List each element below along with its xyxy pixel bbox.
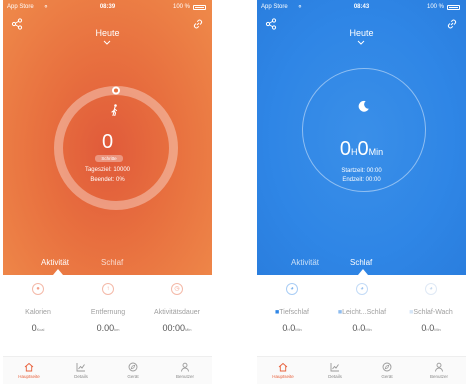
stat-label: Entfernung — [90, 309, 126, 316]
stat-duration: ◷ Aktivitätsdauer 00:00Min — [142, 283, 212, 333]
nav-label: Gerät — [381, 374, 393, 379]
page-title[interactable]: Heute — [257, 28, 466, 38]
stat-deep-sleep: ◕ ■Tiefschlaf 0H0Min — [257, 283, 327, 333]
tab-indicator — [358, 269, 368, 275]
chevron-down-icon[interactable] — [355, 40, 367, 46]
nav-user[interactable]: Benutzer — [159, 362, 211, 379]
sleep-duration: 0H0Min — [339, 138, 384, 160]
battery-icon — [193, 5, 206, 10]
awake-icon: ◕ — [425, 283, 437, 295]
nav-label: Hauptseite — [272, 374, 294, 379]
stat-label: ■Leicht...Schlaf — [337, 309, 387, 316]
chevron-down-icon[interactable] — [101, 40, 113, 46]
step-count: 0 — [101, 131, 114, 153]
light-sleep-icon: ◕ — [356, 283, 368, 295]
sleep-stats: ◕ ■Tiefschlaf 0H0Min ◕ ■Leicht...Schlaf … — [257, 283, 466, 353]
stat-distance: ↑ Entfernung 0.00km — [73, 283, 143, 333]
stat-value: 0H0Min — [421, 323, 441, 333]
user-icon — [181, 362, 189, 372]
page-title[interactable]: Heute — [3, 28, 212, 38]
home-icon — [24, 362, 34, 372]
nav-label: Gerät — [127, 374, 139, 379]
bottom-nav: Hauptseite Details Gerät Benutzer — [3, 356, 212, 384]
stat-label: ■Schlaf-Wach — [409, 309, 453, 316]
activity-hero: App Store ⚬ 08:39 100 % Heute 0 Schritte… — [3, 0, 212, 275]
clock-icon: ◷ — [171, 283, 183, 295]
compass-icon — [128, 362, 138, 372]
bottom-nav: Hauptseite Details Gerät Benutzer — [257, 356, 466, 384]
nav-label: Details — [74, 374, 88, 379]
link-icon[interactable] — [446, 18, 458, 30]
stat-value: 0H0Min — [352, 323, 372, 333]
battery-percent: 100 % — [426, 4, 444, 10]
stat-calories: ● Kalorien 0Kcal — [3, 283, 73, 333]
tab-activity[interactable]: Aktivität — [291, 258, 319, 267]
battery-percent: 100 % — [172, 4, 190, 10]
sleep-hero: App Store ⚬ 08:43 100 % Heute 0H0Min Sta… — [257, 0, 466, 275]
nav-device[interactable]: Gerät — [107, 362, 159, 379]
nav-home[interactable]: Hauptseite — [257, 362, 309, 379]
chart-icon — [330, 363, 339, 372]
stat-label: Aktivitätsdauer — [154, 309, 200, 316]
sleep-screen: App Store ⚬ 08:43 100 % Heute 0H0Min Sta… — [257, 0, 466, 384]
moon-icon — [358, 100, 369, 112]
nav-details[interactable]: Details — [309, 362, 361, 379]
activity-stats: ● Kalorien 0Kcal ↑ Entfernung 0.00km ◷ A… — [3, 283, 212, 353]
sleep-end: Endzeit: 00:00 — [342, 177, 381, 183]
screenshot-pair: App Store ⚬ 08:39 100 % Heute 0 Schritte… — [0, 0, 467, 384]
stat-value: 0.00km — [96, 323, 120, 333]
daily-goal: Tagesziel: 10000 — [84, 167, 131, 173]
nav-label: Details — [328, 374, 342, 379]
home-icon — [278, 362, 288, 372]
activity-screen: App Store ⚬ 08:39 100 % Heute 0 Schritte… — [3, 0, 212, 384]
nav-details[interactable]: Details — [55, 362, 107, 379]
compass-icon — [382, 362, 392, 372]
nav-home[interactable]: Hauptseite — [3, 362, 55, 379]
stat-value: 00:00Min — [162, 323, 192, 333]
status-bar: App Store ⚬ 08:39 100 % — [3, 0, 212, 14]
steps-badge: Schritte — [95, 155, 123, 162]
stat-label: ■Tiefschlaf — [275, 309, 309, 316]
tab-indicator — [53, 269, 63, 275]
tab-bar: Aktivität Schlaf — [3, 256, 212, 275]
user-icon — [435, 362, 443, 372]
tab-activity[interactable]: Aktivität — [41, 258, 69, 267]
stat-value: 0H0Min — [282, 323, 302, 333]
stat-awake: ◕ ■Schlaf-Wach 0H0Min — [396, 283, 466, 333]
tab-sleep[interactable]: Schlaf — [101, 258, 123, 267]
nav-device[interactable]: Gerät — [361, 362, 413, 379]
stat-value: 0Kcal — [31, 323, 45, 333]
walking-icon — [111, 104, 118, 116]
distance-icon: ↑ — [102, 283, 114, 295]
nav-label: Hauptseite — [18, 374, 40, 379]
link-icon[interactable] — [192, 18, 204, 30]
status-bar: App Store ⚬ 08:43 100 % — [257, 0, 466, 14]
nav-label: Benutzer — [429, 374, 448, 379]
completed-percent: Beendet: 0% — [90, 177, 125, 183]
calories-icon: ● — [32, 283, 44, 295]
sleep-start: Startzeit: 00:00 — [341, 168, 382, 174]
stat-label: Kalorien — [25, 309, 51, 316]
nav-user[interactable]: Benutzer — [413, 362, 465, 379]
deep-sleep-icon: ◕ — [286, 283, 298, 295]
nav-label: Benutzer — [175, 374, 194, 379]
battery-icon — [447, 5, 460, 10]
tab-sleep[interactable]: Schlaf — [350, 258, 372, 267]
stat-light-sleep: ◕ ■Leicht...Schlaf 0H0Min — [327, 283, 397, 333]
chart-icon — [76, 363, 85, 372]
